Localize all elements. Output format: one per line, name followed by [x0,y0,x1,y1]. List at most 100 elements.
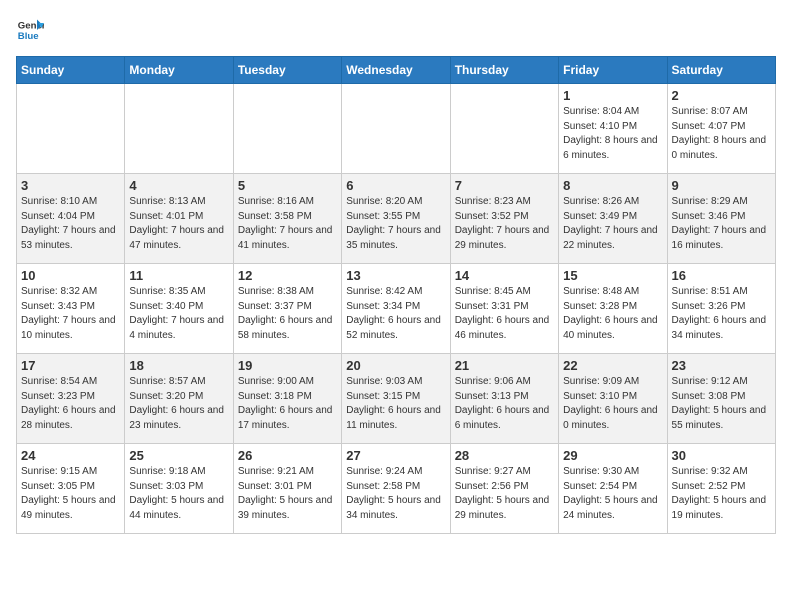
day-header-thursday: Thursday [450,57,558,84]
logo-icon: General Blue [16,16,44,44]
day-info: Sunrise: 8:35 AM Sunset: 3:40 PM Dayligh… [129,285,228,343]
day-number: 26 [238,448,337,463]
day-number: 18 [129,358,228,373]
day-info: Sunrise: 8:48 AM Sunset: 3:28 PM Dayligh… [563,285,662,343]
calendar-cell [125,84,233,174]
calendar-cell: 27 Sunrise: 9:24 AM Sunset: 2:58 PM Dayli… [342,444,450,534]
day-number: 22 [563,358,662,373]
calendar-table: SundayMondayTuesdayWednesdayThursdayFrid… [16,56,776,534]
calendar-week-1: 1 Sunrise: 8:04 AM Sunset: 4:10 PM Daylig… [17,84,776,174]
day-info: Sunrise: 8:10 AM Sunset: 4:04 PM Dayligh… [21,195,120,253]
calendar-cell: 18Sunrise: 8:57 AM Sunset: 3:20 PM Dayli… [125,354,233,444]
day-info: Sunrise: 8:51 AM Sunset: 3:26 PM Dayligh… [672,285,771,343]
day-header-friday: Friday [559,57,667,84]
calendar-week-4: 17Sunrise: 8:54 AM Sunset: 3:23 PM Dayli… [17,354,776,444]
day-number: 8 [563,178,662,193]
logo: General Blue [16,16,48,44]
calendar-cell: 15 Sunrise: 8:48 AM Sunset: 3:28 PM Dayli… [559,264,667,354]
day-info: Sunrise: 9:24 AM Sunset: 2:58 PM Dayligh… [346,465,445,523]
calendar-cell: 10 Sunrise: 8:32 AM Sunset: 3:43 PM Dayli… [17,264,125,354]
day-info: Sunrise: 9:15 AM Sunset: 3:05 PM Dayligh… [21,465,120,523]
day-info: Sunrise: 8:29 AM Sunset: 3:46 PM Dayligh… [672,195,771,253]
day-info: Sunrise: 8:45 AM Sunset: 3:31 PM Dayligh… [455,285,554,343]
calendar-cell: 7Sunrise: 8:23 AM Sunset: 3:52 PM Daylig… [450,174,558,264]
day-info: Sunrise: 8:20 AM Sunset: 3:55 PM Dayligh… [346,195,445,253]
day-number: 14 [455,268,554,283]
day-number: 23 [672,358,771,373]
day-number: 1 [563,88,662,103]
calendar-cell [17,84,125,174]
day-header-sunday: Sunday [17,57,125,84]
day-number: 4 [129,178,228,193]
day-number: 5 [238,178,337,193]
calendar-cell [233,84,341,174]
calendar-cell: 9 Sunrise: 8:29 AM Sunset: 3:46 PM Daylig… [667,174,775,264]
day-number: 17 [21,358,120,373]
day-info: Sunrise: 9:30 AM Sunset: 2:54 PM Dayligh… [563,465,662,523]
day-number: 30 [672,448,771,463]
day-info: Sunrise: 8:42 AM Sunset: 3:34 PM Dayligh… [346,285,445,343]
calendar-cell: 11 Sunrise: 8:35 AM Sunset: 3:40 PM Dayli… [125,264,233,354]
calendar-week-3: 10 Sunrise: 8:32 AM Sunset: 3:43 PM Dayli… [17,264,776,354]
day-number: 25 [129,448,228,463]
day-number: 20 [346,358,445,373]
day-header-tuesday: Tuesday [233,57,341,84]
calendar-cell: 30 Sunrise: 9:32 AM Sunset: 2:52 PM Dayli… [667,444,775,534]
day-number: 27 [346,448,445,463]
page-header: General Blue [16,16,776,44]
day-number: 15 [563,268,662,283]
day-number: 24 [21,448,120,463]
day-info: Sunrise: 9:18 AM Sunset: 3:03 PM Dayligh… [129,465,228,523]
calendar-week-2: 3 Sunrise: 8:10 AM Sunset: 4:04 PM Daylig… [17,174,776,264]
day-info: Sunrise: 8:07 AM Sunset: 4:07 PM Dayligh… [672,105,771,163]
day-info: Sunrise: 9:06 AM Sunset: 3:13 PM Dayligh… [455,375,554,433]
calendar-cell [342,84,450,174]
day-info: Sunrise: 8:32 AM Sunset: 3:43 PM Dayligh… [21,285,120,343]
day-number: 28 [455,448,554,463]
calendar-cell: 20 Sunrise: 9:03 AM Sunset: 3:15 PM Dayli… [342,354,450,444]
day-info: Sunrise: 9:09 AM Sunset: 3:10 PM Dayligh… [563,375,662,433]
calendar-week-5: 24 Sunrise: 9:15 AM Sunset: 3:05 PM Dayli… [17,444,776,534]
day-header-wednesday: Wednesday [342,57,450,84]
calendar-cell: 28Sunrise: 9:27 AM Sunset: 2:56 PM Dayli… [450,444,558,534]
calendar-cell: 3 Sunrise: 8:10 AM Sunset: 4:04 PM Daylig… [17,174,125,264]
calendar-cell: 8Sunrise: 8:26 AM Sunset: 3:49 PM Daylig… [559,174,667,264]
calendar-cell: 21 Sunrise: 9:06 AM Sunset: 3:13 PM Dayli… [450,354,558,444]
calendar-cell: 24 Sunrise: 9:15 AM Sunset: 3:05 PM Dayli… [17,444,125,534]
calendar-cell: 2 Sunrise: 8:07 AM Sunset: 4:07 PM Daylig… [667,84,775,174]
day-number: 6 [346,178,445,193]
calendar-cell: 25 Sunrise: 9:18 AM Sunset: 3:03 PM Dayli… [125,444,233,534]
day-number: 11 [129,268,228,283]
day-number: 10 [21,268,120,283]
calendar-cell: 16 Sunrise: 8:51 AM Sunset: 3:26 PM Dayli… [667,264,775,354]
day-header-saturday: Saturday [667,57,775,84]
day-info: Sunrise: 9:32 AM Sunset: 2:52 PM Dayligh… [672,465,771,523]
calendar-cell: 22 Sunrise: 9:09 AM Sunset: 3:10 PM Dayli… [559,354,667,444]
day-number: 19 [238,358,337,373]
calendar-cell: 26Sunrise: 9:21 AM Sunset: 3:01 PM Dayli… [233,444,341,534]
day-number: 29 [563,448,662,463]
day-number: 12 [238,268,337,283]
calendar-cell [450,84,558,174]
day-number: 2 [672,88,771,103]
day-number: 3 [21,178,120,193]
day-info: Sunrise: 8:16 AM Sunset: 3:58 PM Dayligh… [238,195,337,253]
day-number: 9 [672,178,771,193]
day-header-monday: Monday [125,57,233,84]
day-info: Sunrise: 9:00 AM Sunset: 3:18 PM Dayligh… [238,375,337,433]
day-number: 21 [455,358,554,373]
calendar-cell: 23Sunrise: 9:12 AM Sunset: 3:08 PM Dayli… [667,354,775,444]
calendar-cell: 4 Sunrise: 8:13 AM Sunset: 4:01 PM Daylig… [125,174,233,264]
day-info: Sunrise: 8:13 AM Sunset: 4:01 PM Dayligh… [129,195,228,253]
calendar-cell: 17Sunrise: 8:54 AM Sunset: 3:23 PM Dayli… [17,354,125,444]
day-info: Sunrise: 9:03 AM Sunset: 3:15 PM Dayligh… [346,375,445,433]
svg-text:Blue: Blue [18,31,39,42]
day-info: Sunrise: 8:04 AM Sunset: 4:10 PM Dayligh… [563,105,662,163]
calendar-cell: 12 Sunrise: 8:38 AM Sunset: 3:37 PM Dayli… [233,264,341,354]
calendar-cell: 13Sunrise: 8:42 AM Sunset: 3:34 PM Dayli… [342,264,450,354]
day-info: Sunrise: 8:38 AM Sunset: 3:37 PM Dayligh… [238,285,337,343]
calendar-cell: 1 Sunrise: 8:04 AM Sunset: 4:10 PM Daylig… [559,84,667,174]
day-number: 16 [672,268,771,283]
calendar-cell: 14 Sunrise: 8:45 AM Sunset: 3:31 PM Dayli… [450,264,558,354]
day-info: Sunrise: 8:23 AM Sunset: 3:52 PM Dayligh… [455,195,554,253]
